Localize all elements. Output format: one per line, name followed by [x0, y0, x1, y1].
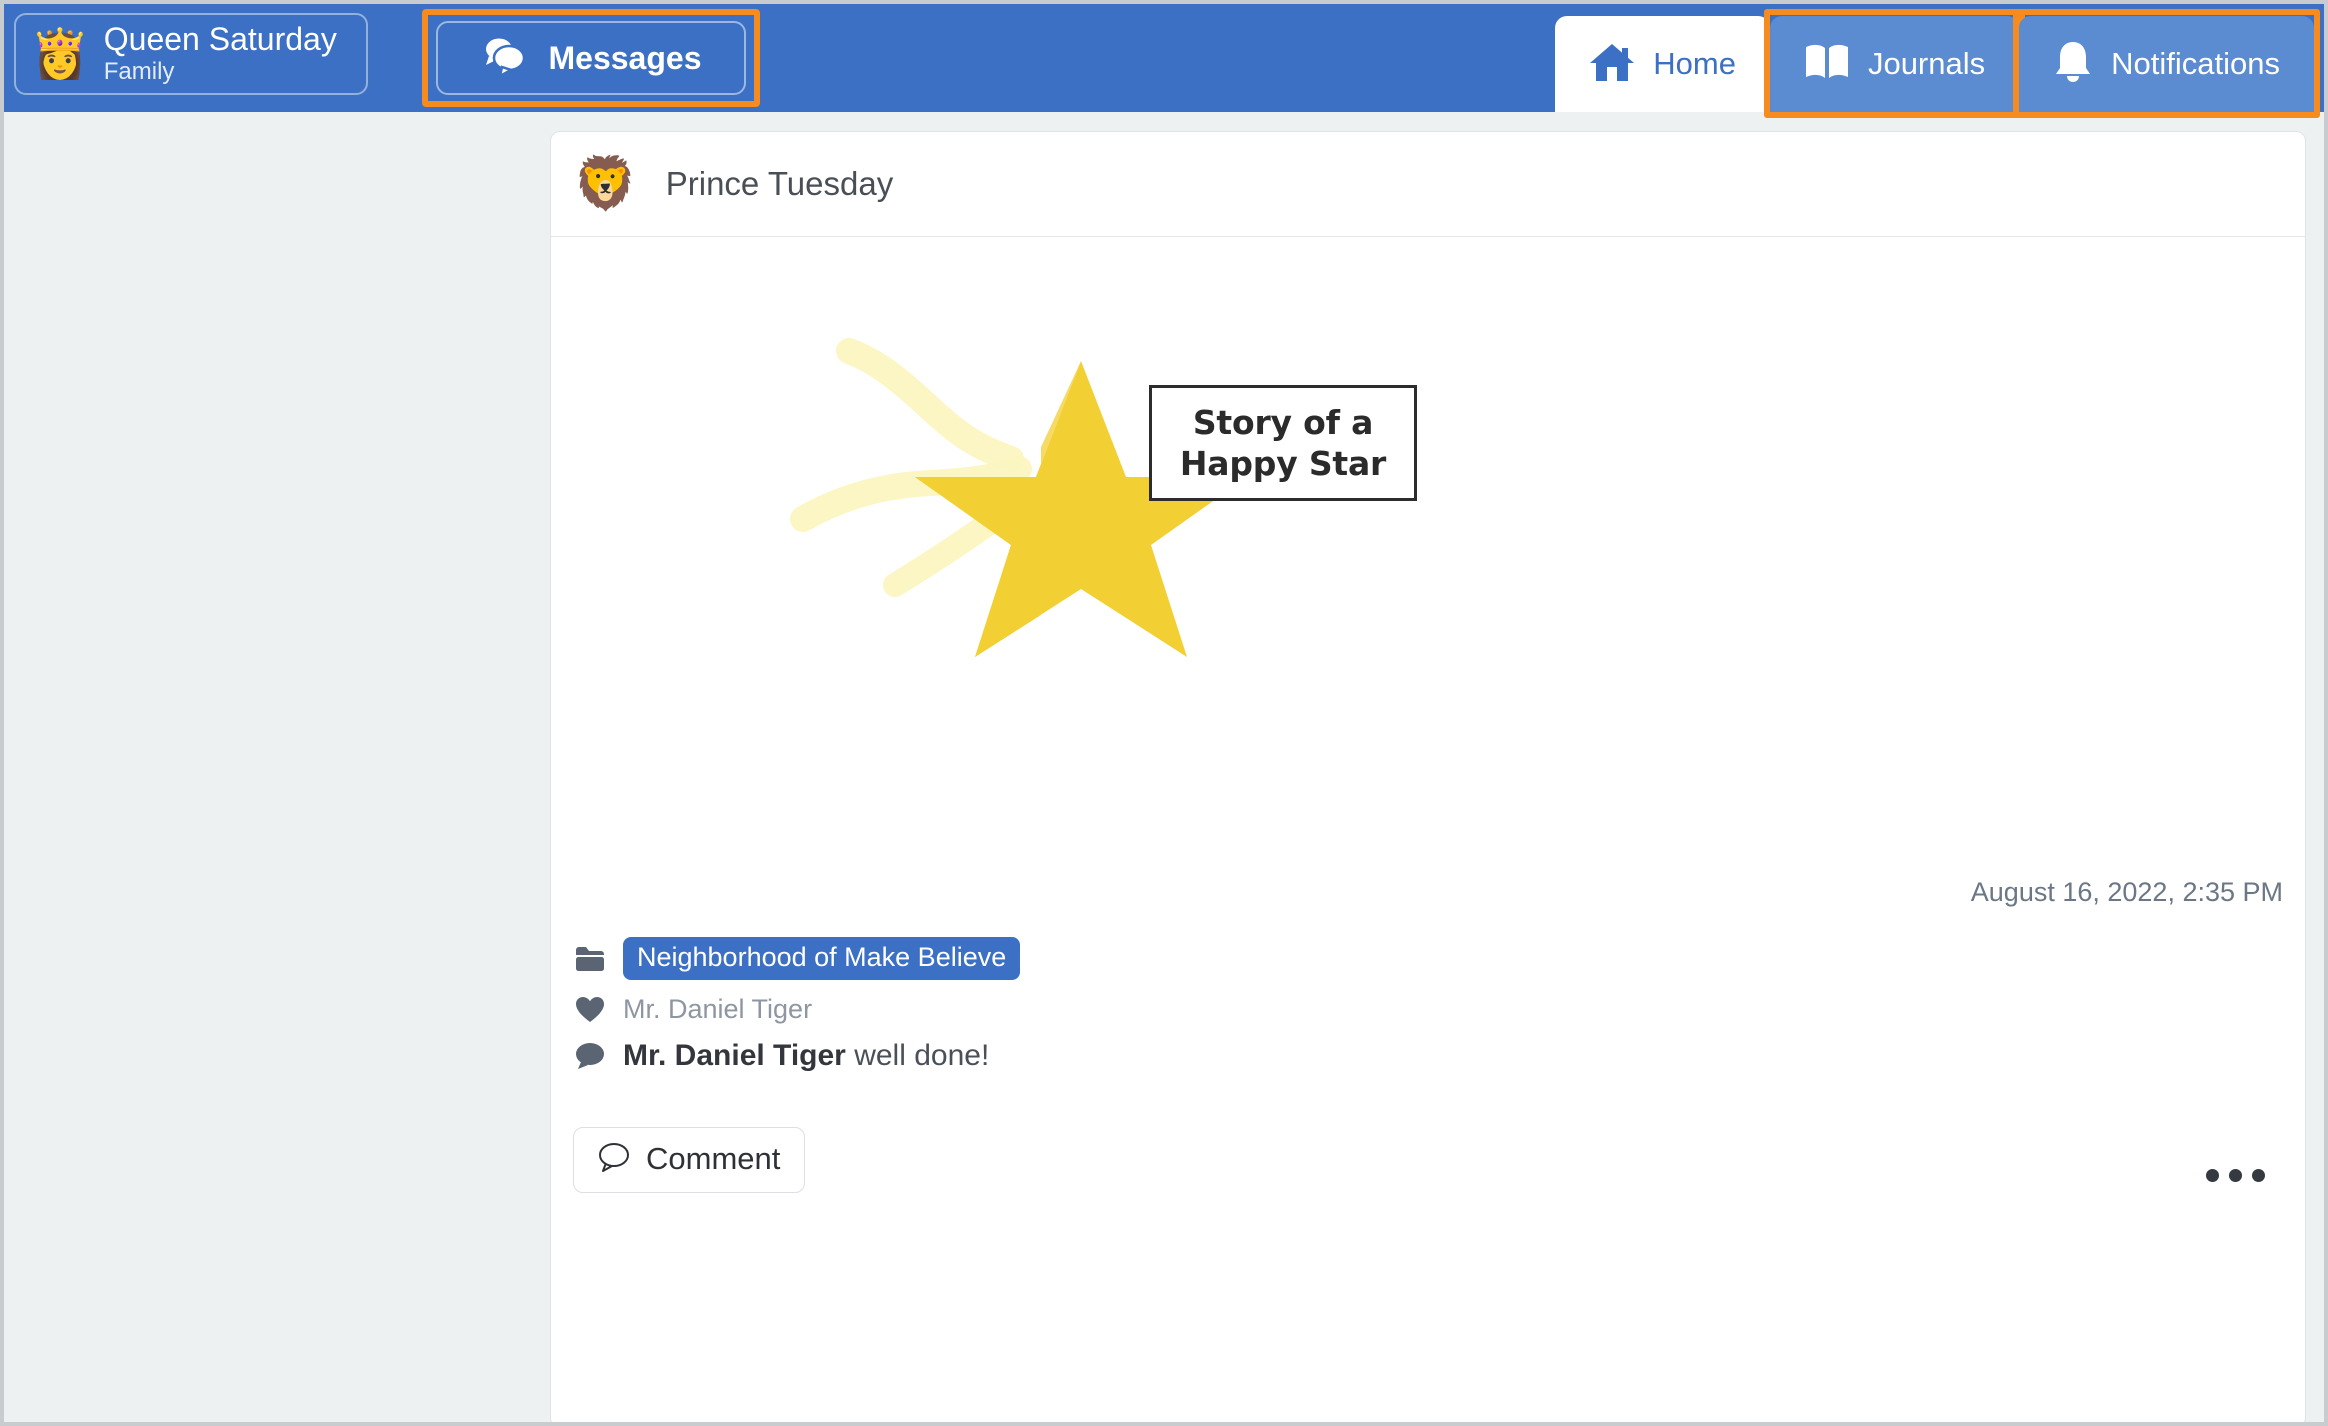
user-role: Family — [103, 58, 175, 85]
app-screen: 👸 Queen Saturday Family Messages Home Jo… — [0, 0, 2328, 1426]
tab-notifications[interactable]: Notifications — [2013, 9, 2320, 118]
nav-tabs: Home Journals Notifications — [1555, 4, 2320, 118]
post-media[interactable]: Story of a Happy Star — [551, 237, 2305, 837]
story-title-plate: Story of a Happy Star — [1149, 385, 1417, 501]
post-card: 🦁 Prince Tuesday Story of a Happy Star A… — [550, 131, 2306, 1422]
lion-emoji-avatar: 🦁 — [573, 154, 638, 214]
bell-icon — [2053, 40, 2093, 89]
comment-bubble-outline-icon — [598, 1142, 630, 1177]
queen-emoji-icon: 👸 — [30, 26, 90, 82]
vertical-scrollbar[interactable] — [2306, 112, 2324, 1422]
post-timestamp: August 16, 2022, 2:35 PM — [1970, 877, 2283, 907]
post-tag-row: Neighborhood of Make Believe — [573, 937, 2273, 981]
post-like-row: Mr. Daniel Tiger — [573, 994, 2273, 1025]
user-badge[interactable]: 👸 Queen Saturday Family — [14, 13, 368, 95]
tab-home[interactable]: Home — [1555, 16, 1770, 112]
post-comment-text: Mr. Daniel Tiger well done! — [623, 1039, 989, 1073]
heart-icon — [573, 996, 607, 1023]
post-comment-row: Mr. Daniel Tiger well done! — [573, 1039, 2273, 1073]
post-comment-body: well done! — [854, 1039, 990, 1073]
ellipsis-dot-1 — [2206, 1169, 2219, 1182]
post-body: Story of a Happy Star August 16, 2022, 2… — [551, 237, 2305, 1422]
open-book-icon — [1804, 42, 1850, 87]
messages-label: Messages — [548, 39, 702, 76]
post-author-header: 🦁 Prince Tuesday — [551, 132, 2305, 237]
tab-notifications-label: Notifications — [2111, 46, 2280, 81]
post-tag-chip[interactable]: Neighborhood of Make Believe — [623, 937, 1021, 981]
post-liker-name: Mr. Daniel Tiger — [623, 994, 813, 1025]
story-title-line-2: Happy Star — [1179, 444, 1387, 483]
ellipsis-dot-3 — [2252, 1169, 2265, 1182]
user-name: Queen Saturday — [103, 21, 337, 58]
main-content: 🦁 Prince Tuesday Story of a Happy Star A… — [4, 112, 2324, 1422]
comment-bubble-icon — [573, 1042, 607, 1070]
house-icon — [1589, 41, 1635, 88]
comment-button-label: Comment — [646, 1141, 781, 1176]
post-comment-author: Mr. Daniel Tiger — [623, 1039, 846, 1073]
story-title-line-1: Story of a — [1192, 403, 1374, 442]
messages-button[interactable]: Messages — [436, 21, 746, 95]
tab-journals-label: Journals — [1867, 46, 1986, 81]
post-meta: Neighborhood of Make Believe Mr. Daniel … — [573, 937, 2273, 1087]
more-options-button[interactable] — [2206, 1169, 2265, 1182]
app-header: 👸 Queen Saturday Family Messages Home Jo… — [4, 4, 2324, 118]
comment-button[interactable]: Comment — [573, 1127, 806, 1193]
chat-bubbles-icon — [481, 35, 529, 82]
ellipsis-dot-2 — [2229, 1169, 2242, 1182]
tab-journals[interactable]: Journals — [1763, 9, 2026, 118]
folder-icon — [573, 946, 607, 972]
post-author-name[interactable]: Prince Tuesday — [666, 165, 893, 203]
tab-home-label: Home — [1653, 46, 1736, 81]
